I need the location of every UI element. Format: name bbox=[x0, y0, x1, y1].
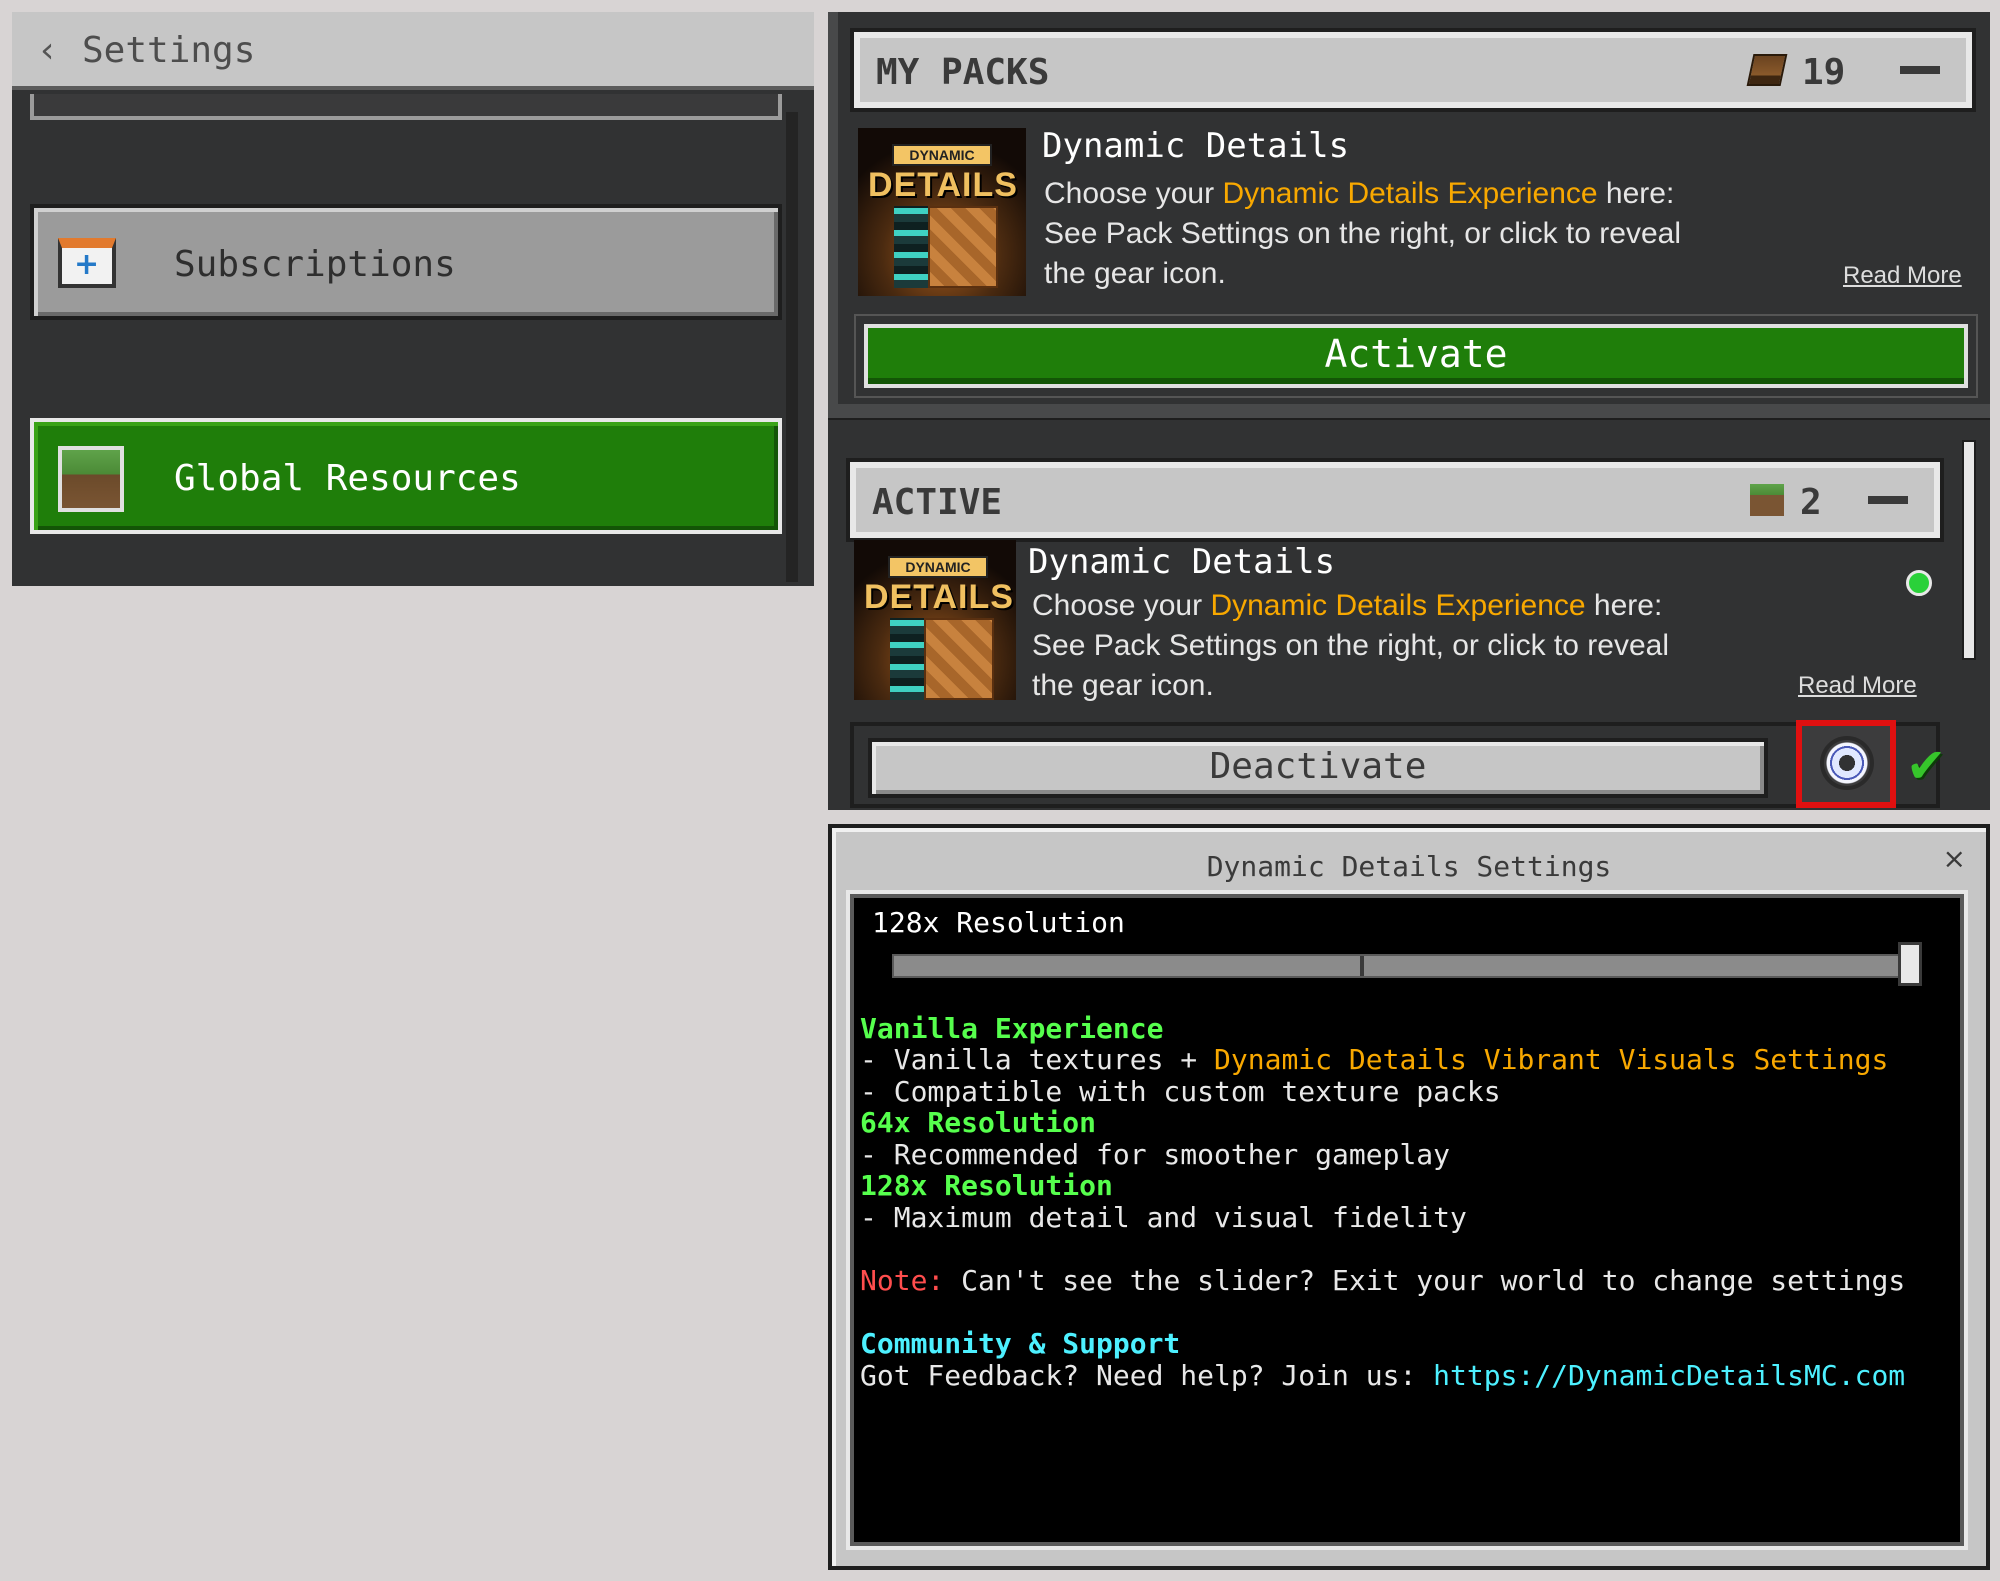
pack-name: Dynamic Details bbox=[1028, 542, 1336, 582]
pack-count: 2 bbox=[1800, 482, 1822, 523]
resource-packs-panel: MY PACKS 19 DYNAMIC DETAILS Dynamic Deta… bbox=[828, 12, 1990, 810]
slider-label: 128x Resolution bbox=[872, 906, 1125, 939]
dialog-body: 128x Resolution Vanilla Experience - Van… bbox=[850, 894, 1964, 1546]
heading-vanilla: Vanilla Experience bbox=[860, 1012, 1164, 1045]
nav-item-label: Global Resources bbox=[174, 458, 521, 499]
checkmark-icon: ✔ bbox=[1906, 738, 1947, 794]
note-line: Note: Can't see the slider? Exit your wo… bbox=[860, 1264, 1906, 1297]
active-header[interactable]: ACTIVE 2 bbox=[846, 458, 1944, 542]
settings-panel: ‹ Settings + Subscriptions Global Resour… bbox=[12, 12, 814, 586]
calendar-plus-icon: + bbox=[58, 238, 116, 288]
thumb-title: DETAILS bbox=[868, 166, 1018, 204]
pack-thumbnail[interactable]: DYNAMIC DETAILS bbox=[854, 540, 1016, 700]
pack-settings-button[interactable] bbox=[1796, 720, 1896, 808]
nav-item-partial[interactable] bbox=[30, 94, 782, 120]
grass-block-icon bbox=[1750, 484, 1784, 516]
info-line: - Recommended for smoother gameplay bbox=[860, 1138, 1451, 1171]
settings-header: ‹ Settings bbox=[12, 12, 814, 90]
heading-community: Community & Support bbox=[860, 1327, 1181, 1360]
dirt-block bbox=[924, 618, 994, 700]
read-more-link[interactable]: Read More bbox=[1798, 672, 1917, 700]
dialog-title: Dynamic Details Settings bbox=[1206, 850, 1612, 883]
activate-button[interactable]: Activate bbox=[864, 324, 1968, 388]
thumb-badge: DYNAMIC bbox=[892, 144, 992, 166]
grass-block-icon bbox=[58, 446, 124, 512]
close-icon[interactable]: × bbox=[1943, 842, 1966, 875]
collapse-icon[interactable] bbox=[1868, 496, 1908, 504]
heading-128x: 128x Resolution bbox=[860, 1169, 1113, 1202]
scrollbar[interactable] bbox=[1962, 440, 1976, 660]
pack-description: Choose your Dynamic Details Experience h… bbox=[1044, 177, 1681, 290]
my-packs-section: MY PACKS 19 DYNAMIC DETAILS Dynamic Deta… bbox=[838, 12, 1990, 404]
info-line: - Compatible with custom texture packs bbox=[860, 1075, 1501, 1108]
info-line: - Maximum detail and visual fidelity bbox=[860, 1201, 1467, 1234]
support-line: Got Feedback? Need help? Join us: https:… bbox=[860, 1359, 1906, 1392]
book-icon bbox=[1746, 54, 1788, 86]
activate-row: Activate bbox=[854, 314, 1978, 398]
pack-thumbnail[interactable]: DYNAMIC DETAILS bbox=[858, 128, 1026, 296]
section-title: ACTIVE bbox=[872, 482, 1003, 523]
settings-title[interactable]: Settings bbox=[82, 30, 255, 71]
pack-name: Dynamic Details bbox=[1042, 126, 1350, 166]
thumb-badge: DYNAMIC bbox=[888, 556, 988, 578]
info-line: - Vanilla textures + Dynamic Details Vib… bbox=[860, 1043, 1889, 1076]
my-packs-header[interactable]: MY PACKS 19 bbox=[850, 28, 1976, 112]
gear-icon bbox=[1824, 740, 1870, 786]
thumb-title: DETAILS bbox=[864, 578, 1014, 616]
nav-item-label: Subscriptions bbox=[174, 244, 456, 285]
pack-description: Choose your Dynamic Details Experience h… bbox=[1032, 589, 1669, 702]
slider-handle[interactable] bbox=[1898, 942, 1922, 986]
dirt-block bbox=[928, 206, 998, 288]
active-status-dot bbox=[1906, 570, 1932, 596]
heading-64x: 64x Resolution bbox=[860, 1106, 1097, 1139]
support-link[interactable]: https://DynamicDetailsMC.com bbox=[1433, 1359, 1905, 1392]
chevron-left-icon[interactable]: ‹ bbox=[40, 30, 54, 71]
deactivate-row: Deactivate ✔ bbox=[850, 720, 1946, 808]
read-more-link[interactable]: Read More bbox=[1843, 262, 1962, 290]
deactivate-button[interactable]: Deactivate bbox=[868, 738, 1768, 798]
pack-count: 19 bbox=[1802, 52, 1846, 93]
nav-item-global-resources[interactable]: Global Resources bbox=[30, 418, 782, 534]
ore-block bbox=[890, 618, 924, 700]
resolution-slider[interactable] bbox=[892, 954, 1922, 978]
nav-item-subscriptions[interactable]: + Subscriptions bbox=[30, 204, 782, 320]
pack-settings-dialog: Dynamic Details Settings × 128x Resoluti… bbox=[828, 824, 1990, 1570]
slider-tick bbox=[1360, 956, 1364, 976]
ore-block bbox=[894, 206, 928, 288]
collapse-icon[interactable] bbox=[1900, 66, 1940, 74]
section-title: MY PACKS bbox=[876, 52, 1050, 93]
scrollbar[interactable] bbox=[786, 112, 798, 582]
